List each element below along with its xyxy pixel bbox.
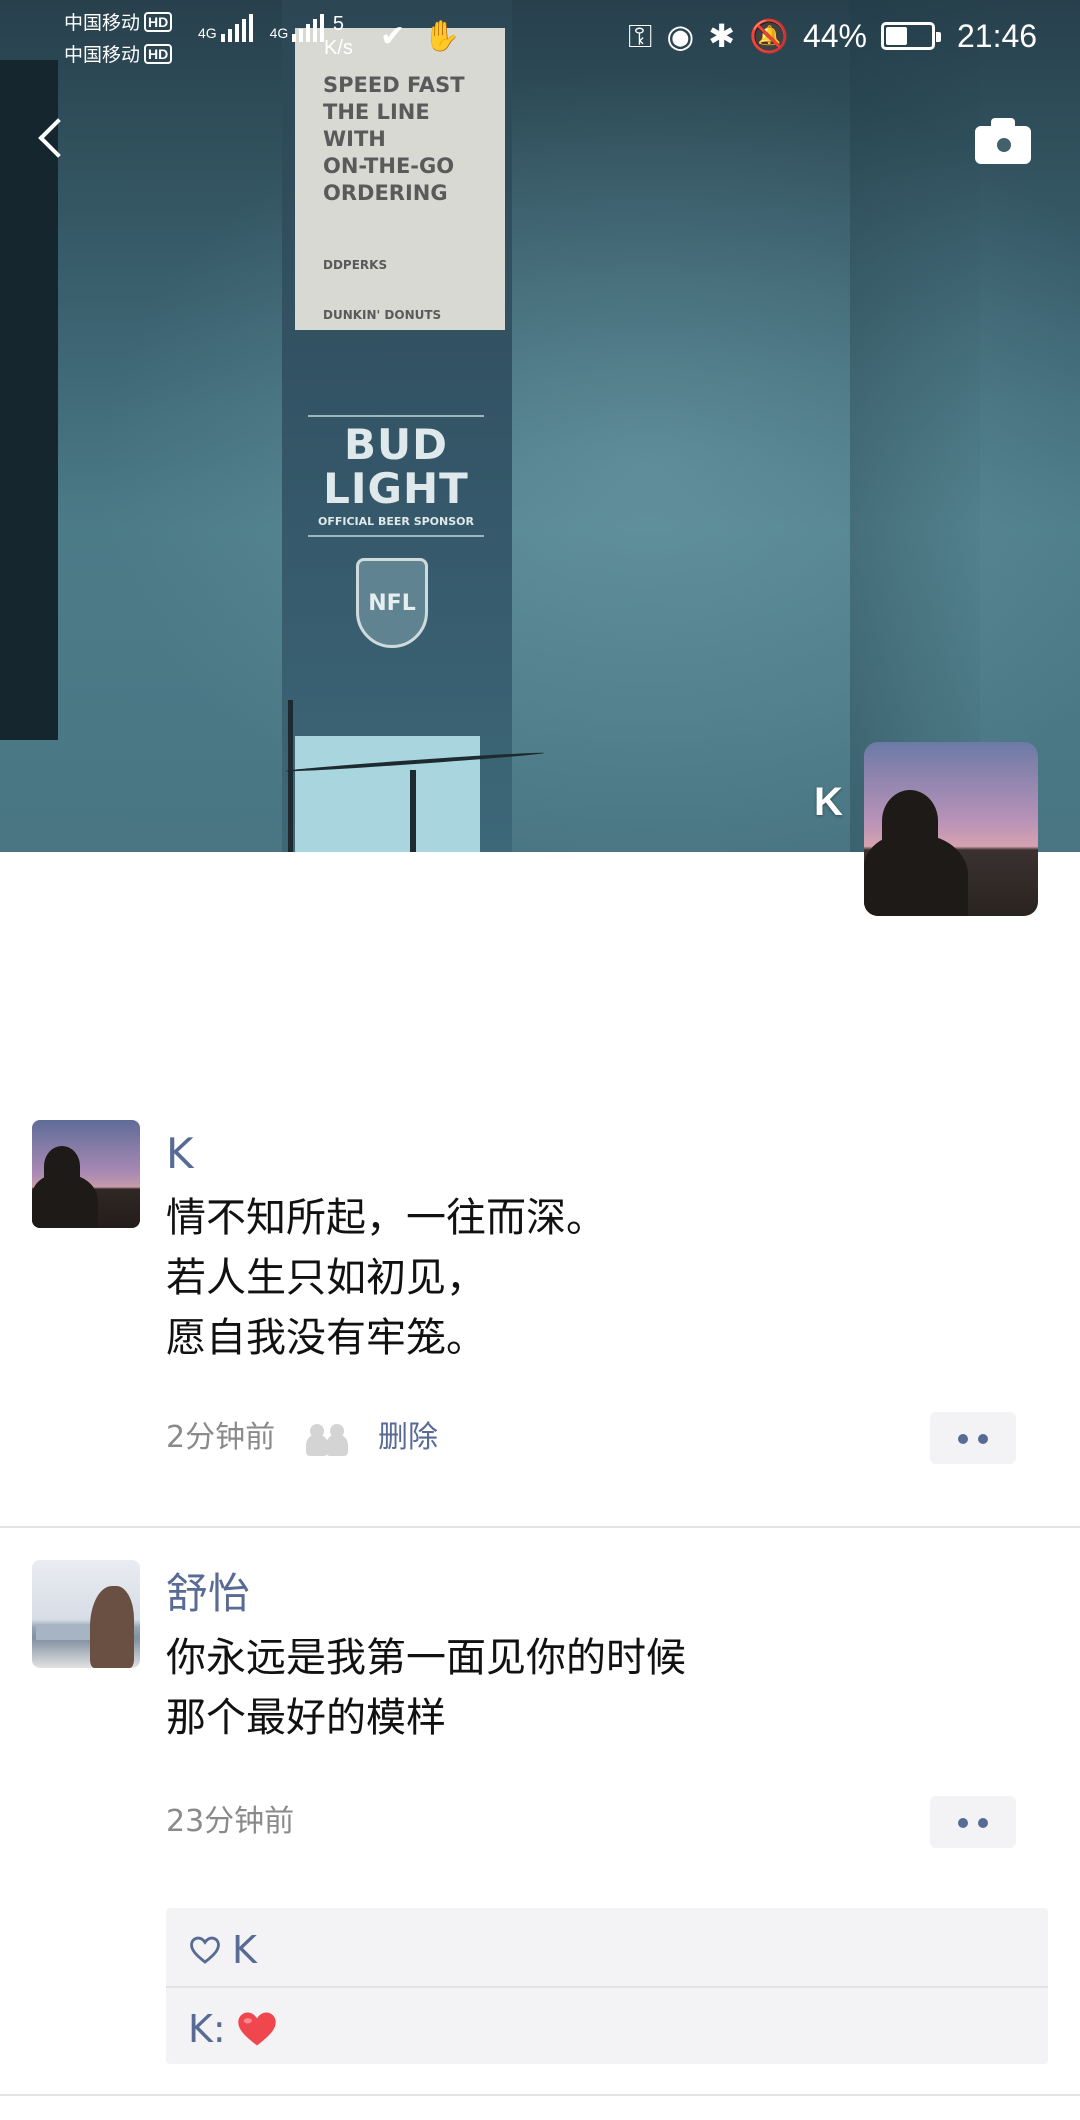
post-time: 23分钟前	[166, 1804, 295, 1839]
post-content: 你永远是我第一面见你的时候 那个最好的模样	[166, 1635, 686, 1741]
hand-icon: ✋	[423, 20, 461, 53]
cover-lamp-post	[410, 770, 416, 852]
cover-lit-window	[295, 736, 480, 852]
clock: 21:46	[956, 18, 1038, 54]
bud-line1: BUD	[344, 420, 448, 469]
back-chevron-icon[interactable]	[34, 110, 74, 170]
hd-badge: HD	[144, 44, 173, 64]
key-icon: ⚿	[628, 18, 653, 54]
owner-avatar[interactable]	[864, 742, 1038, 916]
comment-author[interactable]: K:	[188, 2007, 226, 2051]
speed-value: 5	[332, 13, 345, 35]
likes-row: K	[188, 1926, 257, 1974]
delete-link[interactable]: 删除	[378, 1418, 438, 1458]
billboard-headline: SPEED FAST THE LINE WITH ON-THE-GO ORDER…	[323, 73, 465, 205]
hd-badge: HD	[144, 12, 173, 32]
avatar[interactable]	[32, 1560, 140, 1668]
more-actions-button[interactable]	[930, 1796, 1016, 1848]
carrier-1: 中国移动	[64, 13, 141, 34]
post-author[interactable]: 舒怡	[166, 1568, 250, 1620]
eye-icon: ◉	[666, 18, 695, 54]
cover-billboard: SPEED FAST THE LINE WITH ON-THE-GO ORDER…	[295, 28, 505, 330]
billboard-small-text: DDPERKS	[323, 258, 388, 272]
more-actions-button[interactable]	[930, 1412, 1016, 1464]
avatar-figure	[90, 1586, 134, 1668]
post-content: 情不知所起，一往而深。 若人生只如初见， 愿自我没有牢笼。	[166, 1195, 606, 1361]
speed-unit: K/s	[324, 37, 353, 59]
camera-lens	[993, 134, 1015, 156]
cover-photo[interactable]: SPEED FAST THE LINE WITH ON-THE-GO ORDER…	[0, 0, 1080, 852]
avatar-city	[36, 1624, 94, 1640]
likes-divider	[166, 1986, 1048, 1988]
cover-bud-light-sign: BUD LIGHT OFFICIAL BEER SPONSOR	[308, 415, 484, 537]
cover-lamp-post	[288, 700, 293, 852]
comment-row[interactable]: K:	[188, 2004, 280, 2054]
status-right: ⚿ ◉ ✱ 🔕 44% 21:46	[628, 14, 1037, 58]
avatar[interactable]	[32, 1120, 140, 1228]
signal-2: 4G	[270, 14, 328, 42]
post-author[interactable]: K	[166, 1128, 194, 1180]
moment-post: 舒怡 你永远是我第一面见你的时候 那个最好的模样 23分钟前 K K:	[0, 1560, 1080, 2096]
net-type-2: 4G	[269, 25, 289, 41]
signal-1: 4G	[198, 14, 256, 42]
signal-bars-icon	[292, 14, 327, 42]
signal-bars-icon	[220, 14, 256, 42]
mute-bell-icon: 🔕	[749, 18, 789, 54]
post-time: 2分钟前	[166, 1420, 276, 1455]
battery-fill	[885, 27, 908, 45]
cover-right-building	[850, 0, 980, 852]
friends-visibility-icon[interactable]	[306, 1424, 350, 1456]
bluetooth-icon: ✱	[708, 18, 736, 54]
billboard-bottom-text: DUNKIN' DONUTS	[323, 308, 442, 322]
battery-percent: 44%	[802, 18, 867, 54]
net-type-1: 4G	[198, 25, 217, 41]
cover-nfl-shield: NFL	[356, 558, 428, 648]
likes-comments-panel: K K:	[166, 1908, 1048, 2064]
carrier-2: 中国移动	[64, 45, 141, 66]
status-network: 4G 4G	[198, 14, 327, 42]
red-heart-icon	[238, 2012, 276, 2046]
moment-post: K 情不知所起，一往而深。 若人生只如初见， 愿自我没有牢笼。 2分钟前 删除	[0, 1120, 1080, 1528]
bud-sub: OFFICIAL BEER SPONSOR	[318, 515, 474, 528]
network-speed: 5 K/s	[324, 12, 353, 60]
heart-outline-icon	[190, 1936, 220, 1964]
camera-icon[interactable]	[975, 116, 1033, 164]
status-misc-icons: ✔ ✋	[380, 20, 461, 54]
check-v-icon: ✔	[380, 20, 406, 53]
avatar-silhouette	[864, 834, 968, 916]
like-name[interactable]: K	[232, 1928, 257, 1972]
avatar-silhouette	[32, 1174, 98, 1228]
bud-line2: LIGHT	[323, 464, 469, 513]
owner-name[interactable]: K	[814, 780, 843, 825]
battery-icon	[880, 22, 941, 50]
status-carriers: 中国移动 HD 中国移动 HD	[64, 8, 173, 72]
